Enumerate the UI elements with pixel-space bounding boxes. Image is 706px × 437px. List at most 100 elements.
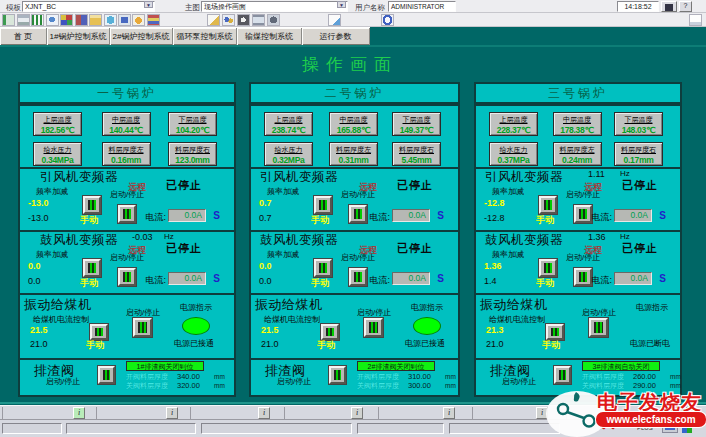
feeder-startstop-label: 启动/停止 [126,307,160,318]
tab-1[interactable]: 首 页 [0,28,47,46]
blower-status: 已停止 [622,241,658,256]
sensor-box: 上层温度228.37℃ [489,112,538,136]
key-icon [665,4,673,11]
layers-icon[interactable] [147,14,160,26]
slag-status-badge: 1#排渣阀关闭到位 [126,361,204,371]
feeder-startstop-label: 启动/停止 [357,307,391,318]
slag-open-unit: mm [445,373,456,380]
clock-display: 14:18:52 [617,1,659,12]
blower-hz-unit: Hz [620,232,630,241]
page-arrow-icon[interactable] [328,14,341,26]
picture-icon[interactable] [75,14,88,26]
feeder-ctrl-label: 给煤机电流控制 [489,314,545,325]
blower-freq-dec: 0.0 [259,276,272,286]
fan-startstop-button[interactable] [118,205,136,223]
template-dropdown-icon[interactable]: ▼ [144,1,153,8]
blower-manual-button[interactable] [314,259,332,277]
feeder-power-label: 电源指示 [636,302,668,313]
feeder-manual-button[interactable] [321,324,339,340]
slag-valve-button[interactable] [98,366,115,384]
tab-2[interactable]: 1#锅炉控制系统 [47,28,110,46]
blower-startstop-button[interactable] [349,268,367,286]
fan-manual-button-icon [88,200,96,210]
zoom-icon[interactable] [46,14,59,26]
info-button[interactable]: i [258,407,270,419]
status-field [2,423,62,434]
machine-icon[interactable] [267,14,280,26]
slag-status-badge: 3#排渣阀自动关闭 [582,361,660,371]
screen-icon[interactable] [118,14,131,26]
help-button[interactable]: ? [679,1,692,12]
fan-startstop-button[interactable] [349,205,367,223]
feeder-startstop-button[interactable] [133,318,152,337]
info-button[interactable]: i [443,407,455,419]
section-divider [476,293,680,295]
key-button[interactable] [661,1,677,12]
feeder-startstop-button-icon [369,322,378,333]
fan-manual-button[interactable] [314,196,332,214]
photo-icon[interactable] [237,14,250,26]
folder-icon[interactable] [89,14,102,26]
fan-status: 已停止 [166,178,202,193]
template-select[interactable]: XJNT_BC [22,1,155,12]
slag-valve-button[interactable] [329,366,346,384]
sensor-value: 182.56℃ [34,125,81,135]
blower-freq-inc: 0.0 [28,261,41,271]
info-button[interactable]: i [351,407,363,419]
feeder-ctrl-label: 给煤机电流控制 [33,314,89,325]
feeder-manual-button[interactable] [90,324,108,340]
users-icon[interactable] [222,14,235,26]
feeder-manual-button-icon [95,328,103,336]
blower-startstop-button[interactable] [574,268,592,286]
feeder-startstop-button[interactable] [589,318,608,337]
print-icon[interactable] [17,14,30,26]
blower-manual-button-icon [319,263,327,273]
clock-icon[interactable] [381,14,394,26]
fan-current-value: 0.0A [168,209,206,222]
film-icon[interactable] [252,14,265,26]
info-button[interactable]: i [73,407,85,419]
blower-s-flag: S [659,273,666,284]
feeder-manual-button[interactable] [546,324,564,340]
fan-startstop-button[interactable] [574,205,592,223]
screen-dropdown-icon[interactable]: ▼ [337,1,346,8]
alarm-icon[interactable] [132,14,145,26]
fan-manual-label: 手动 [80,214,98,227]
fan-manual-button[interactable] [83,196,101,214]
slag-valve-button[interactable] [554,366,571,384]
exit-icon[interactable] [2,14,15,26]
report-icon[interactable] [31,14,44,26]
tab-3[interactable]: 2#锅炉控制系统 [110,28,173,46]
tab-6[interactable]: 运行参数 [302,28,370,46]
tab-4[interactable]: 循环泵控制系统 [173,28,237,46]
sensor-label: 料层厚度左 [330,145,377,155]
section-divider [251,293,458,295]
sensor-label: 下层温度 [169,115,216,125]
fan-freq-dec: -12.8 [484,213,505,223]
slag-startstop-label: 启动/停止 [502,376,536,387]
feeder-inc: 21.5 [30,325,48,335]
info-button[interactable]: i [166,407,178,419]
sensor-value: 165.88℃ [330,125,377,135]
fan-manual-button[interactable] [539,196,557,214]
slag-valve-button-icon [334,370,341,380]
feeder-startstop-button[interactable] [364,318,383,337]
user-field[interactable]: ADMINISTRATOR [388,1,456,12]
doc-icon[interactable] [689,14,702,26]
blower-manual-button[interactable] [83,259,101,277]
screen-select[interactable]: 现场操作画面 [201,1,348,12]
boiler-header: 三号锅炉 [474,82,682,104]
sensor-box: 给水压力0.34MPa [33,142,82,166]
slag-startstop-label: 启动/停止 [277,376,311,387]
blower-startstop-button[interactable] [118,268,136,286]
blower-manual-button[interactable] [539,259,557,277]
palette-icon[interactable] [60,14,73,26]
blower-hz-value: 1.36 [588,232,606,242]
tab-5[interactable]: 输煤控制系统 [237,28,302,46]
back-arrow-icon[interactable] [104,14,117,26]
fan-freq-dec: 0.7 [259,213,272,223]
signature-icon[interactable] [207,14,220,26]
blower-freq-inc: 1.36 [484,261,502,271]
watermark-url: www.elecfans.com [596,412,706,427]
feeder-inc: 21.5 [261,325,279,335]
